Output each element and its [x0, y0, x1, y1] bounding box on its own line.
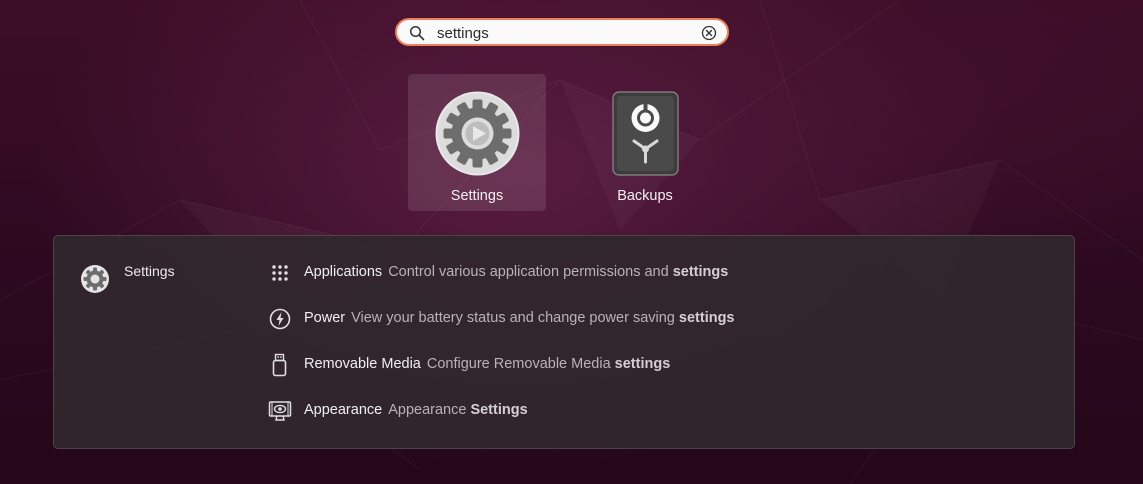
result-applications[interactable]: Applications Control various application … — [268, 261, 1028, 287]
result-appearance[interactable]: Appearance Appearance Settings — [268, 399, 1028, 425]
usb-drive-icon — [272, 353, 287, 377]
result-text: Removable Media Configure Removable Media… — [304, 356, 670, 372]
settings-gear-icon — [81, 265, 109, 293]
result-text: Power View your battery status and change… — [304, 310, 735, 326]
result-match: settings — [678, 310, 735, 326]
provider-label: Settings — [124, 263, 175, 279]
app-tile-label: Settings — [450, 188, 504, 204]
result-desc-text: Control various application permissions … — [388, 264, 669, 280]
clear-search-icon[interactable] — [701, 25, 717, 41]
search-results-panel: Settings Applications Control various app… — [53, 235, 1075, 449]
backups-safe-icon — [612, 91, 679, 176]
grid-dots-icon — [272, 265, 288, 281]
search-input[interactable] — [437, 23, 687, 43]
result-match: settings — [614, 356, 671, 372]
result-desc-text: Appearance — [388, 402, 467, 418]
result-description: View your battery status and change powe… — [351, 310, 734, 326]
result-title: Power — [304, 310, 346, 326]
app-tile-settings[interactable]: Settings — [408, 74, 546, 211]
result-removable-media[interactable]: Removable Media Configure Removable Media… — [268, 353, 1028, 379]
result-text: Applications Control various application … — [304, 264, 728, 280]
result-text: Appearance Appearance Settings — [304, 402, 528, 418]
settings-gear-icon — [435, 91, 520, 176]
result-power[interactable]: Power View your battery status and change… — [268, 307, 1028, 333]
result-title: Removable Media — [304, 356, 421, 372]
result-title: Applications — [304, 264, 383, 280]
app-tile-backups[interactable]: Backups — [576, 74, 714, 211]
result-description: Control various application permissions … — [388, 264, 728, 280]
result-description: Configure Removable Media settings — [427, 356, 670, 372]
search-box[interactable] — [395, 18, 729, 46]
power-bolt-icon — [269, 308, 291, 330]
result-description: Appearance Settings — [388, 402, 527, 418]
result-match: settings — [672, 264, 729, 280]
result-match: Settings — [470, 402, 528, 418]
search-icon — [409, 25, 425, 41]
result-title: Appearance — [304, 402, 383, 418]
result-desc-text: Configure Removable Media — [426, 356, 611, 372]
result-desc-text: View your battery status and change powe… — [351, 310, 675, 326]
app-tile-label: Backups — [617, 188, 673, 204]
appearance-display-icon — [268, 401, 292, 421]
